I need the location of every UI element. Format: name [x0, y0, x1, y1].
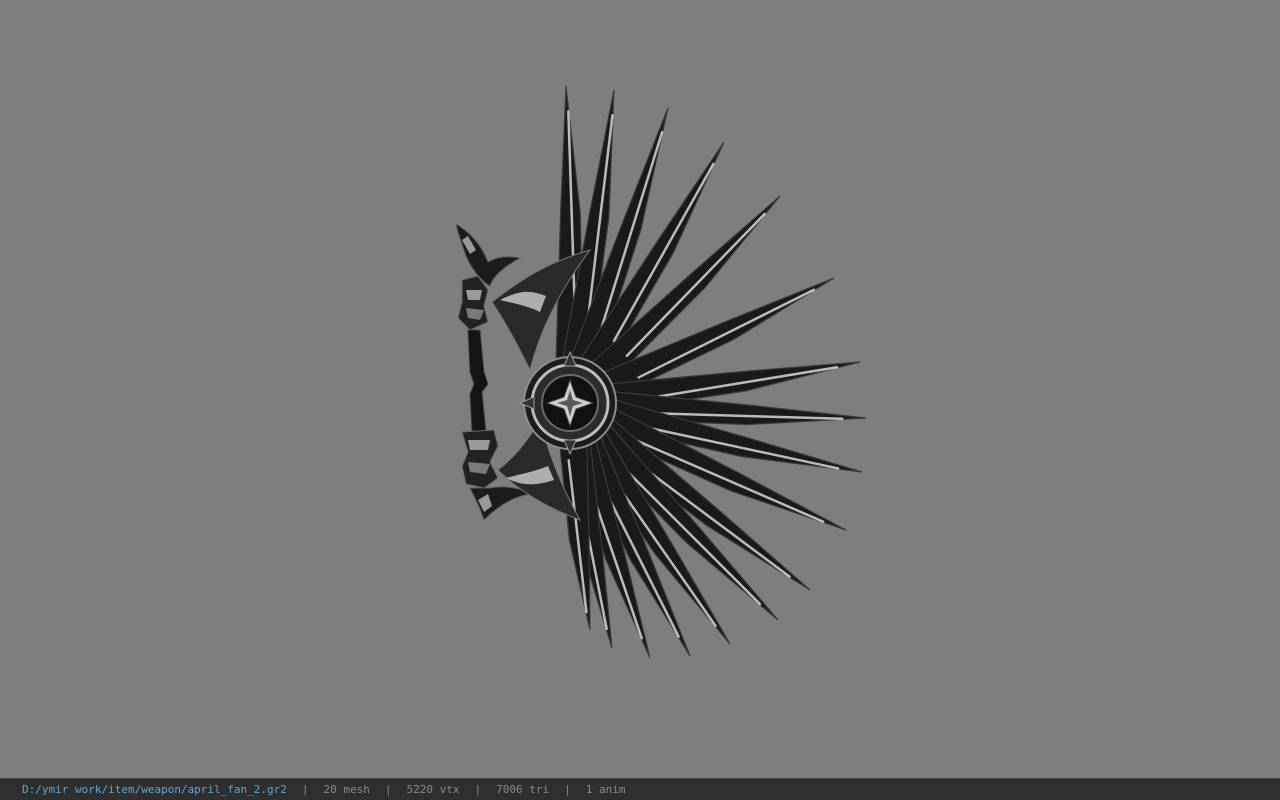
separator: |: [301, 783, 309, 796]
separator: |: [384, 783, 392, 796]
status-bar: D:/ymir work/item/weapon/april_fan_2.gr2…: [0, 778, 1280, 800]
triangle-count: 7006 tri: [496, 783, 550, 796]
animation-count: 1 anim: [585, 783, 626, 796]
mesh-count: 20 mesh: [323, 783, 370, 796]
war-fan-model: [455, 85, 867, 659]
file-path: D:/ymir work/item/weapon/april_fan_2.gr2: [22, 783, 287, 796]
vertex-count: 5220 vtx: [406, 783, 460, 796]
separator: |: [474, 783, 482, 796]
model-viewport[interactable]: [0, 0, 1280, 778]
separator: |: [564, 783, 571, 796]
